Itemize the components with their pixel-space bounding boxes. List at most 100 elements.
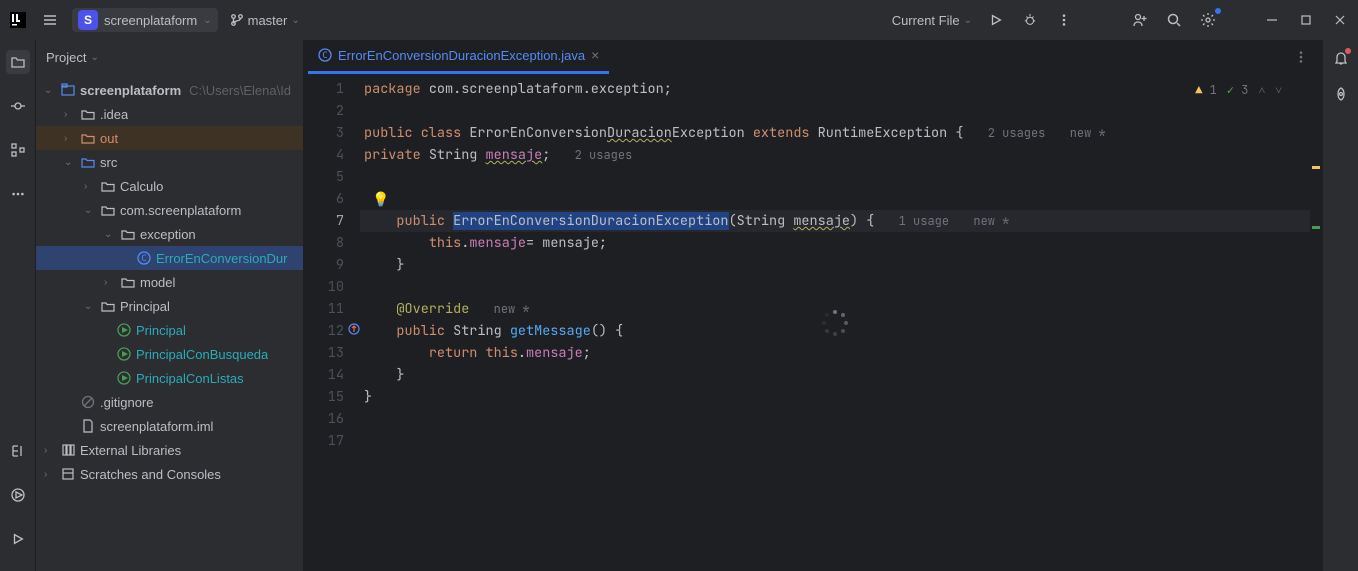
run-config[interactable]: Current File ⌄ <box>892 13 972 28</box>
more-icon[interactable] <box>1054 10 1074 30</box>
tree-label: screenplataform <box>80 83 181 98</box>
line-number: 14 <box>304 364 360 386</box>
tab-label: ErrorEnConversionDuracionException.java <box>338 48 585 63</box>
more-tool-icon[interactable] <box>6 182 30 206</box>
tree-label: com.screenplataform <box>120 203 241 218</box>
tree-row-principal-busqueda[interactable]: PrincipalConBusqueda <box>36 342 303 366</box>
vcs-branch[interactable]: master ⌄ <box>230 13 300 28</box>
app-logo-icon[interactable] <box>8 10 28 30</box>
stripe-ok[interactable] <box>1312 226 1320 229</box>
warnings-count: ▲ 1 <box>1195 82 1217 98</box>
titlebar: S screenplataform ⌄ master ⌄ Current Fil… <box>0 0 1358 40</box>
chevron-down-icon: ⌄ <box>44 85 56 96</box>
chevron-right-icon: › <box>84 181 96 192</box>
chevron-down-icon: ⌄ <box>84 205 96 216</box>
tree-row-project-root[interactable]: ⌄ screenplataform C:\Users\Elena\Id <box>36 78 303 102</box>
maximize-icon[interactable] <box>1296 10 1316 30</box>
close-icon[interactable] <box>1330 10 1350 30</box>
inspections-widget[interactable]: ▲ 1 ✓ 3 ˄ ˅ <box>1195 82 1282 98</box>
tree-row-iml[interactable]: screenplataform.iml <box>36 414 303 438</box>
line-number: 11 <box>304 298 360 320</box>
tree-label: Principal <box>120 299 170 314</box>
tree-row-principal-pkg[interactable]: ⌄ Principal <box>36 294 303 318</box>
editor-area: C ErrorEnConversionDuracionException.jav… <box>304 40 1322 571</box>
inspections-up-icon[interactable]: ˄ <box>1258 82 1265 98</box>
class-icon: C <box>136 251 152 265</box>
tree-label: PrincipalConListas <box>136 371 244 386</box>
package-icon <box>120 227 136 241</box>
tree-row-model[interactable]: › model <box>36 270 303 294</box>
settings-dot-icon <box>1215 8 1221 14</box>
library-icon <box>60 443 76 457</box>
project-selector[interactable]: S screenplataform ⌄ <box>72 8 218 32</box>
structure-tool-icon[interactable] <box>6 138 30 162</box>
tree-label: src <box>100 155 117 170</box>
editor-body[interactable]: 1 2 3 4 5 6 7 8 9 10 11 12 13 14 15 16 1… <box>304 74 1322 571</box>
hamburger-icon[interactable] <box>40 10 60 30</box>
chevron-down-icon: ⌄ <box>291 15 299 26</box>
tree-row-calculo[interactable]: › Calculo <box>36 174 303 198</box>
run-icon[interactable] <box>986 10 1006 30</box>
services-tool-icon[interactable] <box>6 483 30 507</box>
project-tool-icon[interactable] <box>6 50 30 74</box>
settings-icon[interactable] <box>1198 10 1218 30</box>
scratches-icon <box>60 467 76 481</box>
tree-label: Principal <box>136 323 186 338</box>
chevron-down-icon: ⌄ <box>64 157 76 168</box>
chevron-right-icon: › <box>64 133 76 144</box>
tree-label: ErrorEnConversionDur <box>156 251 288 266</box>
tree-row-scratches[interactable]: › Scratches and Consoles <box>36 462 303 486</box>
inspections-down-icon[interactable]: ˅ <box>1275 82 1282 98</box>
tree-label: External Libraries <box>80 443 181 458</box>
tree-row-external-libs[interactable]: › External Libraries <box>36 438 303 462</box>
tree-row-gitignore[interactable]: .gitignore <box>36 390 303 414</box>
run-tool-icon[interactable] <box>6 527 30 551</box>
editor-tab-active[interactable]: C ErrorEnConversionDuracionException.jav… <box>308 40 609 74</box>
loading-spinner-icon <box>821 309 849 337</box>
tree-row-principal-listas[interactable]: PrincipalConListas <box>36 366 303 390</box>
source-folder-icon <box>80 155 96 169</box>
tree-row-idea[interactable]: › .idea <box>36 102 303 126</box>
tree-row-exception[interactable]: ⌄ exception <box>36 222 303 246</box>
tree-row-principal[interactable]: Principal <box>36 318 303 342</box>
tree-row-out[interactable]: › out <box>36 126 303 150</box>
branch-icon <box>230 13 244 27</box>
line-number: 13 <box>304 342 360 364</box>
code-content[interactable]: 💡 package com.screenplataform.exception;… <box>360 74 1310 571</box>
line-number: 9 <box>304 254 360 276</box>
tree-label: PrincipalConBusqueda <box>136 347 268 362</box>
right-tool-rail <box>1322 40 1358 571</box>
tab-more-icon[interactable] <box>1284 50 1318 64</box>
collab-icon[interactable] <box>1130 10 1150 30</box>
folder-icon <box>80 107 96 121</box>
notifications-icon[interactable] <box>1333 50 1349 66</box>
notification-dot-icon <box>1345 48 1351 54</box>
tree-row-src[interactable]: ⌄ src <box>36 150 303 174</box>
debug-icon[interactable] <box>1020 10 1040 30</box>
search-icon[interactable] <box>1164 10 1184 30</box>
folder-icon <box>80 131 96 145</box>
commit-tool-icon[interactable] <box>6 94 30 118</box>
tree-label: Calculo <box>120 179 163 194</box>
module-icon <box>60 83 76 97</box>
error-stripe[interactable] <box>1310 74 1322 571</box>
project-tree: ⌄ screenplataform C:\Users\Elena\Id › .i… <box>36 74 303 571</box>
stripe-warning[interactable] <box>1312 166 1320 169</box>
class-runnable-icon <box>116 371 132 385</box>
tree-row-package[interactable]: ⌄ com.screenplataform <box>36 198 303 222</box>
close-tab-icon[interactable]: × <box>591 47 599 63</box>
gutter: 1 2 3 4 5 6 7 8 9 10 11 12 13 14 15 16 1… <box>304 74 360 571</box>
line-number: 15 <box>304 386 360 408</box>
line-number: 8 <box>304 232 360 254</box>
tree-row-exception-file[interactable]: C ErrorEnConversionDur <box>36 246 303 270</box>
intention-bulb-icon[interactable]: 💡 <box>372 191 388 207</box>
chevron-down-icon: ⌄ <box>90 52 98 63</box>
override-gutter-icon[interactable] <box>348 323 360 335</box>
terminal-tool-icon[interactable] <box>6 439 30 463</box>
line-number: 16 <box>304 408 360 430</box>
panel-header[interactable]: Project ⌄ <box>36 40 303 74</box>
minimize-icon[interactable] <box>1262 10 1282 30</box>
ai-assistant-icon[interactable] <box>1333 86 1349 102</box>
gitignore-icon <box>80 395 96 409</box>
line-number: 17 <box>304 430 360 452</box>
